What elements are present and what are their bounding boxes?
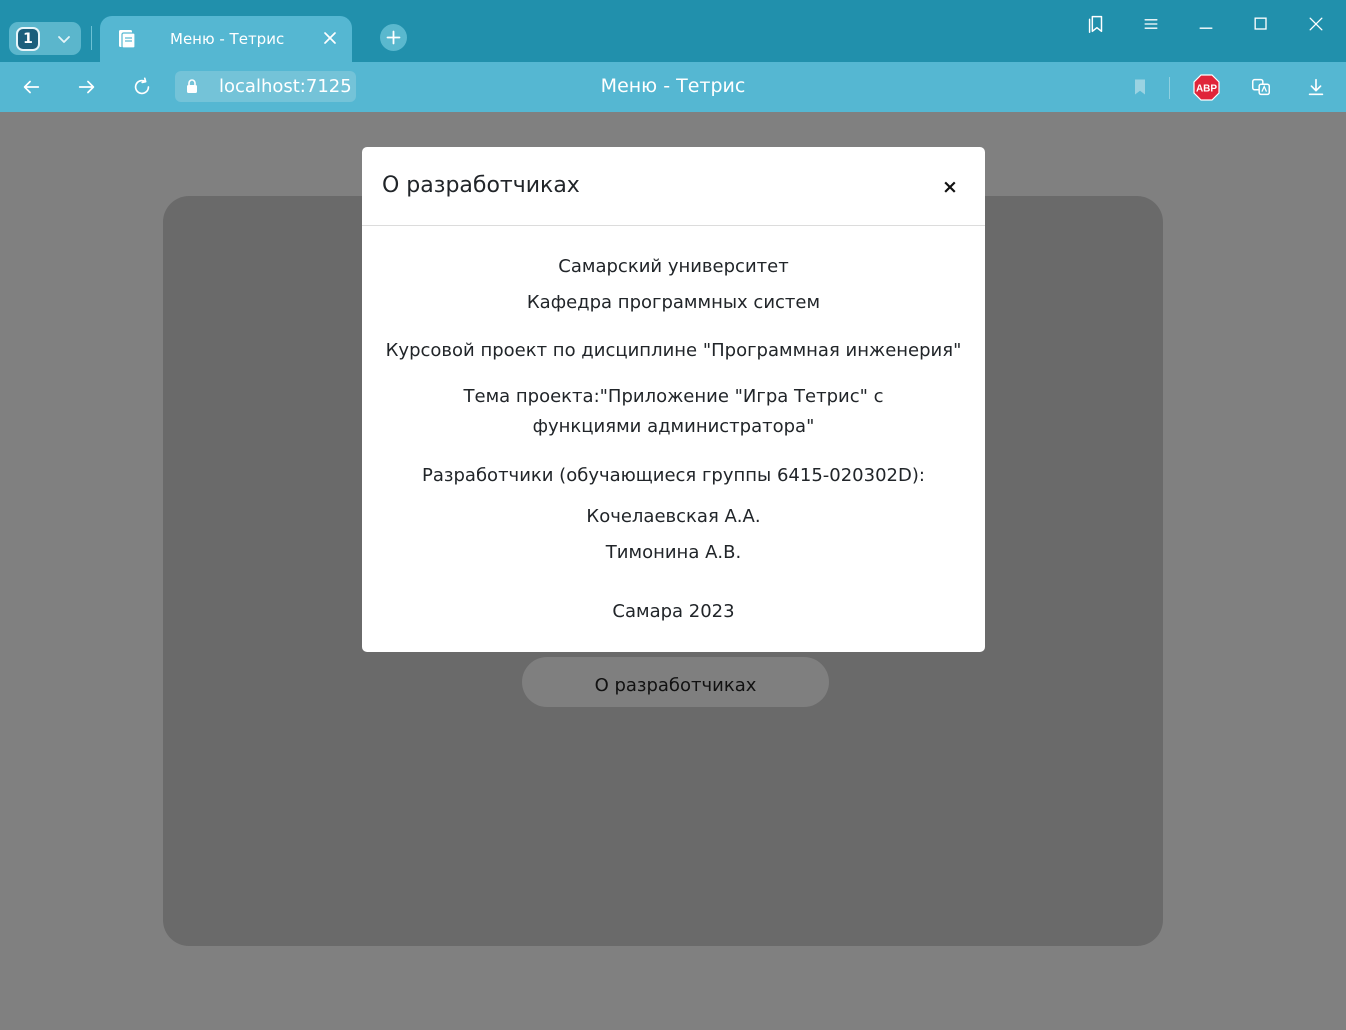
translate-button[interactable]	[1248, 74, 1274, 100]
developer-name: Кочелаевская А.А.	[586, 506, 761, 527]
reload-icon	[134, 77, 150, 95]
close-window-button[interactable]	[1302, 10, 1330, 38]
modal-body: Самарский университет Кафедра программны…	[362, 227, 985, 652]
new-tab-button[interactable]	[380, 24, 407, 51]
menu-button[interactable]	[1137, 10, 1165, 38]
url-field[interactable]: localhost:7125	[175, 71, 356, 102]
chevron-down-icon	[58, 36, 70, 43]
about-developers-modal: О разработчиках × Самарский университет …	[362, 147, 985, 652]
tab-divider	[91, 26, 92, 50]
course-project-text: Курсовой проект по дисциплине "Программн…	[385, 340, 962, 361]
arrow-right-icon	[78, 80, 95, 94]
modal-title: О разработчиках	[382, 173, 580, 198]
page-viewport: Администратор О разработчиках О разработ…	[0, 112, 1346, 1030]
department-text: Кафедра программных систем	[526, 292, 821, 313]
bookmark-page-button[interactable]	[1127, 74, 1153, 100]
adblock-plus-icon[interactable]: ABP	[1193, 74, 1220, 101]
project-topic-text: Тема проекта:"Приложение "Игра Тетрис" с…	[463, 386, 884, 437]
developer-name: Тимонина А.В.	[605, 542, 742, 563]
downloads-button[interactable]	[1303, 74, 1329, 100]
maximize-button[interactable]	[1247, 10, 1275, 38]
plus-icon	[386, 30, 401, 45]
arrow-left-icon	[23, 80, 40, 94]
back-button[interactable]	[18, 74, 44, 100]
hamburger-icon	[1144, 19, 1158, 29]
tab-counter-button[interactable]: 1	[9, 22, 81, 55]
city-year-text: Самара 2023	[612, 601, 735, 622]
toolbar-divider	[1169, 77, 1170, 99]
about-developers-button[interactable]: О разработчиках	[522, 657, 829, 707]
close-icon	[1309, 17, 1323, 31]
minimize-icon	[1199, 27, 1213, 29]
tab-title: Меню - Тетрис	[170, 30, 285, 48]
close-tab-icon[interactable]	[322, 30, 338, 46]
developers-heading: Разработчики (обучающиеся группы 6415-02…	[422, 465, 925, 486]
bookmarks-icon	[1088, 15, 1103, 33]
modal-close-button[interactable]: ×	[938, 175, 962, 199]
modal-header: О разработчиках ×	[362, 147, 985, 226]
lock-icon[interactable]	[184, 78, 200, 94]
bookmarks-panel-button[interactable]	[1082, 10, 1110, 38]
tab-active[interactable]: Меню - Тетрис	[100, 16, 352, 62]
reload-button[interactable]	[129, 74, 155, 100]
university-text: Самарский университет	[558, 256, 789, 277]
maximize-icon	[1254, 17, 1267, 30]
url-text: localhost:7125	[219, 76, 352, 97]
abp-label: ABP	[1196, 84, 1217, 95]
forward-button[interactable]	[74, 74, 100, 100]
address-toolbar: localhost:7125 Меню - Тетрис ABP	[0, 62, 1346, 112]
download-icon	[1308, 78, 1324, 96]
page-icon	[119, 30, 136, 49]
translate-icon	[1252, 78, 1270, 96]
minimize-button[interactable]	[1192, 10, 1220, 38]
tab-count-badge: 1	[16, 27, 40, 51]
browser-tab-bar: 1 Меню - Тетрис	[0, 0, 1346, 62]
bookmark-icon	[1135, 79, 1145, 95]
